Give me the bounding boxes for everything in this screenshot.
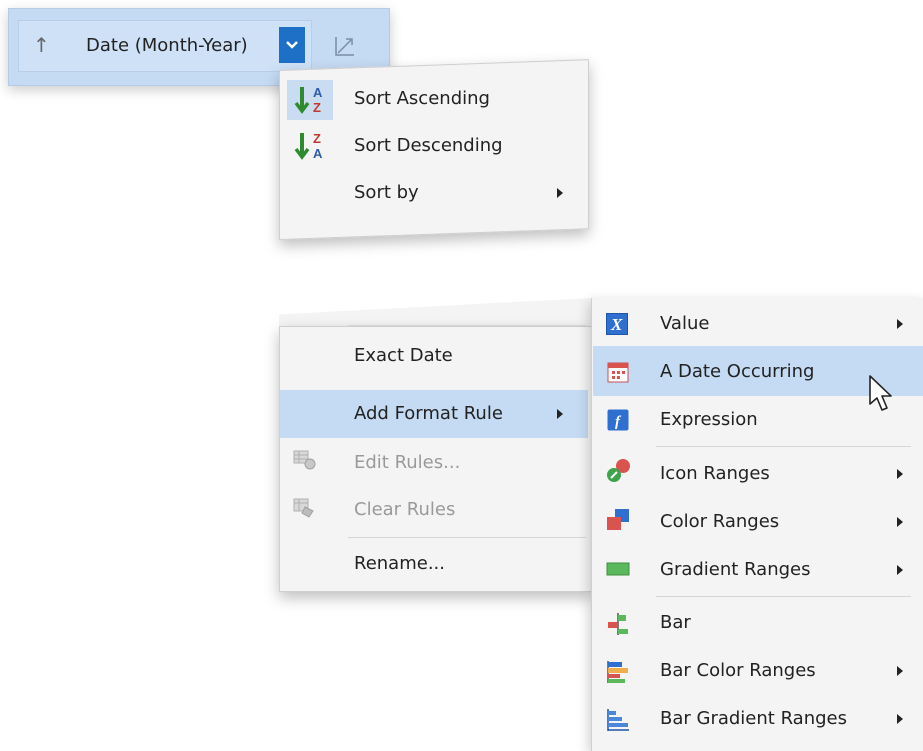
color-ranges-icon — [606, 508, 630, 536]
submenu-item-expression[interactable]: Expression — [660, 409, 758, 430]
menu-item-sort-by[interactable]: Sort by — [354, 182, 419, 203]
edit-rules-icon — [293, 449, 317, 475]
submenu-item-color-ranges[interactable]: Color Ranges — [660, 511, 779, 532]
menu-item-edit-rules[interactable]: Edit Rules... — [354, 452, 460, 473]
separator — [348, 537, 586, 538]
svg-text:Z: Z — [313, 100, 321, 115]
submenu-item-bar-gradient-ranges[interactable]: Bar Gradient Ranges — [660, 708, 847, 729]
menu-item-sort-descending[interactable]: Sort Descending — [354, 135, 503, 156]
svg-text:Z: Z — [313, 131, 321, 146]
submenu-item-bar-color-ranges[interactable]: Bar Color Ranges — [660, 660, 816, 681]
submenu-item-bar[interactable]: Bar — [660, 612, 691, 633]
sort-ascending-icon: A Z — [293, 84, 327, 120]
menu-item-rename[interactable]: Rename... — [354, 553, 445, 574]
submenu-item-icon-ranges[interactable]: Icon Ranges — [660, 463, 770, 484]
function-icon: f — [607, 409, 629, 435]
submenu-arrow-icon — [897, 517, 903, 527]
separator — [656, 596, 911, 597]
menu-item-exact-date[interactable]: Exact Date — [354, 345, 453, 366]
bar-icon — [606, 612, 630, 640]
submenu-arrow-icon — [897, 714, 903, 724]
axis-options-icon[interactable] — [333, 34, 357, 62]
submenu-item-gradient-ranges[interactable]: Gradient Ranges — [660, 559, 811, 580]
menu-item-add-format-rule[interactable]: Add Format Rule — [354, 403, 503, 424]
gradient-ranges-icon — [606, 560, 630, 582]
submenu-arrow-icon — [557, 188, 563, 198]
svg-text:A: A — [313, 85, 323, 100]
icon-ranges-icon — [605, 458, 631, 488]
field-label: Date (Month-Year) — [86, 35, 248, 56]
bar-gradient-ranges-icon — [606, 708, 630, 736]
sort-direction-icon[interactable]: ↑ — [33, 33, 50, 57]
submenu-arrow-icon — [897, 319, 903, 329]
field-dropdown-button[interactable] — [279, 27, 305, 63]
submenu-item-value[interactable]: Value — [660, 313, 709, 334]
sort-descending-icon: Z A — [293, 130, 327, 166]
menu-item-clear-rules[interactable]: Clear Rules — [354, 499, 455, 520]
svg-text:X: X — [610, 315, 623, 334]
submenu-item-a-date-occurring[interactable]: A Date Occurring — [660, 361, 814, 382]
bar-color-ranges-icon — [606, 660, 630, 688]
submenu-arrow-icon — [557, 409, 563, 419]
separator — [656, 446, 911, 447]
clear-rules-icon — [293, 497, 317, 523]
mouse-cursor-icon — [868, 374, 896, 418]
submenu-arrow-icon — [897, 469, 903, 479]
value-x-icon: X — [606, 313, 628, 339]
separator — [348, 325, 586, 326]
submenu-arrow-icon — [897, 666, 903, 676]
chevron-down-icon — [286, 41, 298, 49]
calendar-icon — [607, 361, 629, 387]
menu-item-sort-ascending[interactable]: Sort Ascending — [354, 88, 490, 109]
submenu-arrow-icon — [897, 565, 903, 575]
svg-text:A: A — [313, 146, 323, 161]
